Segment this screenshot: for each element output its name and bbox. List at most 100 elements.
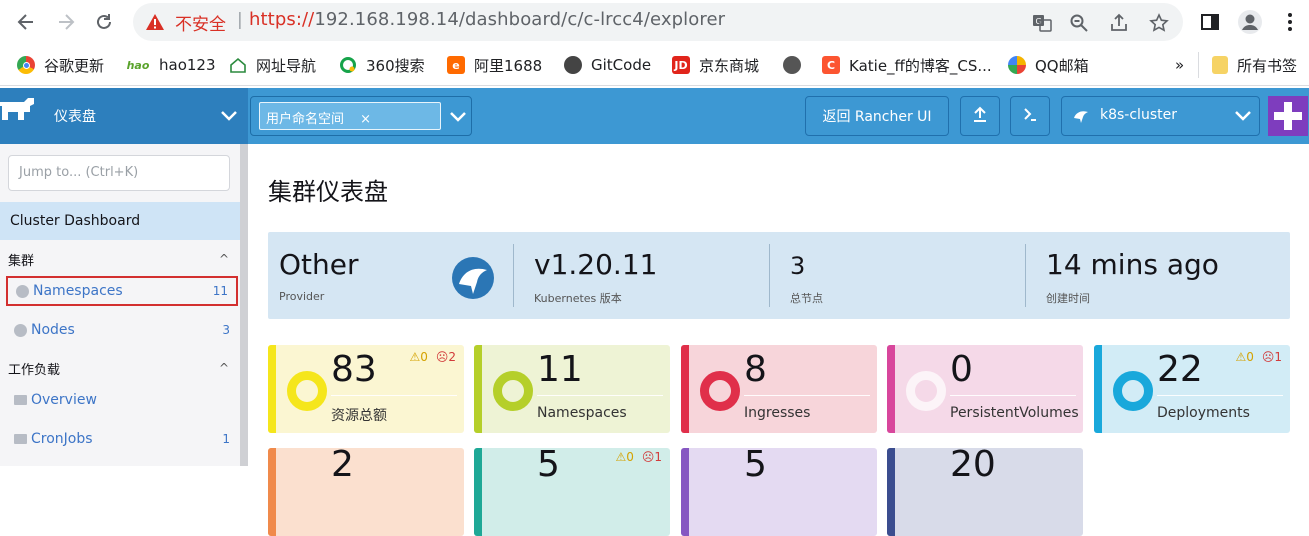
app-title: 仪表盘 — [54, 109, 96, 125]
divider — [769, 244, 770, 307]
upload-icon — [971, 105, 989, 127]
resource-card[interactable]: 20 — [887, 448, 1083, 536]
bookmark-item[interactable]: e 阿里1688 — [447, 54, 542, 76]
cluster-dashboard-link[interactable]: Cluster Dashboard — [0, 202, 240, 240]
warning-icon[interactable] — [145, 13, 165, 35]
bookmark-item[interactable]: QQ邮箱 — [1008, 54, 1089, 76]
bookmarks-bar: 谷歌更新 hao hao123 网址导航 360搜索 e 阿里1688 GitC… — [0, 44, 1309, 86]
sidebar-item-overview[interactable]: Overview — [6, 385, 238, 415]
card-alerts: ⚠0 ☹1 — [615, 450, 662, 464]
sidebar-item-label: Overview — [31, 392, 97, 408]
reload-icon[interactable] — [90, 8, 118, 36]
card-accent-bar — [681, 345, 689, 433]
profile-icon[interactable] — [1236, 8, 1264, 36]
card-label: Ingresses — [744, 405, 811, 421]
more-bookmarks-button[interactable]: » — [1175, 54, 1184, 76]
rancher-logo-icon — [0, 98, 36, 132]
chevron-down-icon[interactable] — [449, 109, 467, 128]
user-avatar[interactable] — [1268, 96, 1308, 136]
jump-to-input[interactable]: Jump to... (Ctrl+K) — [8, 155, 230, 191]
globe-icon — [14, 323, 27, 337]
sidebar-item-label: Namespaces — [33, 283, 123, 299]
jd-icon: JD — [672, 56, 690, 74]
back-to-rancher-button[interactable]: 返回 Rancher UI — [805, 96, 949, 136]
warning-count: ⚠0 — [1235, 350, 1254, 364]
bookmark-item[interactable]: 360搜索 — [339, 54, 425, 76]
sidebar-item-label: CronJobs — [31, 431, 93, 447]
divider — [513, 244, 514, 307]
namespace-chip[interactable]: 用户命名空间 × — [259, 102, 441, 130]
namespace-chip-label: 用户命名空间 — [266, 112, 345, 127]
warning-count: ⚠0 — [409, 350, 428, 364]
bookmark-item[interactable]: hao hao123 — [126, 54, 216, 76]
main-content: 集群仪表盘 Other Provider v1.20.11 Kubernetes… — [248, 144, 1309, 536]
alibaba-icon: e — [447, 56, 465, 74]
translate-icon[interactable]: G — [1031, 12, 1053, 34]
group-cluster-heading[interactable]: 集群 — [8, 250, 34, 269]
forward-arrow-icon[interactable] — [52, 8, 80, 36]
bookmark-item[interactable] — [783, 54, 810, 76]
menu-icon[interactable] — [1276, 8, 1304, 36]
side-panel-icon[interactable] — [1196, 8, 1224, 36]
ring-icon — [287, 371, 327, 411]
k8s-version-value: v1.20.11 — [534, 248, 658, 281]
share-icon[interactable] — [1108, 12, 1130, 34]
folder-icon — [1212, 56, 1228, 74]
resource-card[interactable]: 5 — [681, 448, 877, 536]
provider-cell: Other Provider — [268, 232, 513, 319]
close-icon[interactable]: × — [360, 112, 371, 127]
insecure-label[interactable]: 不安全 — [175, 10, 226, 35]
card-count: 5 — [537, 448, 560, 485]
svg-text:G: G — [1036, 17, 1042, 26]
provider-logo-icon — [451, 256, 495, 304]
group-workloads-heading[interactable]: 工作负载 — [8, 359, 60, 378]
kubectl-shell-button[interactable] — [1010, 96, 1050, 136]
nodes-value: 3 — [790, 252, 806, 280]
zoom-icon[interactable] — [1068, 12, 1090, 34]
resource-card[interactable]: 22 Deployments ⚠0 ☹1 — [1094, 345, 1290, 433]
address-bar[interactable]: 不安全 | https://192.168.198.14/dashboard/c… — [133, 3, 1183, 41]
chevron-down-icon[interactable] — [220, 108, 238, 127]
error-count: ☹1 — [1261, 350, 1282, 364]
cluster-icon — [1072, 108, 1090, 130]
warning-count: ⚠0 — [615, 450, 634, 464]
cluster-selector[interactable]: k8s-cluster — [1061, 96, 1260, 136]
divider — [1157, 395, 1283, 396]
sidebar-item-nodes[interactable]: Nodes 3 — [6, 315, 238, 345]
chevron-up-icon[interactable]: ^ — [219, 252, 229, 266]
resource-card[interactable]: 83 资源总额 ⚠0 ☹2 — [268, 345, 464, 433]
cluster-info-band: Other Provider v1.20.11 Kubernetes 版本 3 … — [268, 232, 1290, 319]
sidebar-item-namespaces[interactable]: Namespaces 11 — [6, 276, 238, 306]
sidebar-item-cronjobs[interactable]: CronJobs 1 — [6, 424, 238, 454]
resource-card[interactable]: 8 Ingresses — [681, 345, 877, 433]
resource-card[interactable]: 0 PersistentVolumes — [887, 345, 1083, 433]
divider — [1198, 52, 1199, 78]
bookmark-item[interactable]: C Katie_ff的博客_CS... — [822, 54, 992, 76]
url-text[interactable]: https://192.168.198.14/dashboard/c/c-lrc… — [249, 9, 725, 30]
brand-area[interactable]: 仪表盘 — [0, 88, 248, 144]
chevron-down-icon[interactable] — [1234, 109, 1252, 127]
ring-icon — [906, 371, 946, 411]
sidebar-scrollbar[interactable] — [240, 144, 248, 466]
import-yaml-button[interactable] — [960, 96, 1000, 136]
bookmark-item[interactable]: JD 京东商城 — [672, 54, 759, 76]
resource-card[interactable]: 5 ⚠0 ☹1 — [474, 448, 670, 536]
card-count: 0 — [950, 349, 973, 390]
360-icon — [339, 56, 357, 74]
chevron-up-icon[interactable]: ^ — [219, 361, 229, 375]
card-accent-bar — [887, 448, 895, 536]
created-cell: 14 mins ago 创建时间 — [1035, 232, 1285, 319]
ring-icon — [700, 371, 740, 411]
resource-card[interactable]: 11 Namespaces — [474, 345, 670, 433]
card-accent-bar — [474, 345, 482, 433]
bookmark-item[interactable]: 网址导航 — [229, 54, 316, 76]
k8s-version-label: Kubernetes 版本 — [534, 292, 622, 305]
all-bookmarks-button[interactable]: 所有书签 — [1212, 54, 1297, 76]
bookmark-item[interactable]: 谷歌更新 — [17, 54, 104, 76]
namespace-filter[interactable]: 用户命名空间 × — [250, 96, 472, 136]
star-icon[interactable] — [1148, 12, 1170, 34]
back-arrow-icon[interactable] — [12, 8, 40, 36]
resource-card[interactable]: 2 — [268, 448, 464, 536]
cluster-name: k8s-cluster — [1100, 107, 1177, 123]
bookmark-item[interactable]: GitCode — [564, 54, 651, 76]
